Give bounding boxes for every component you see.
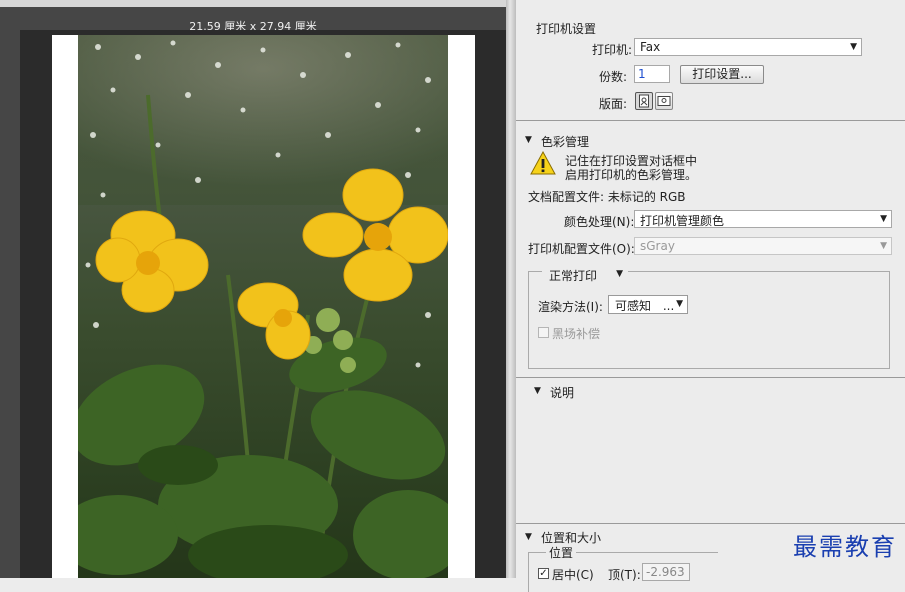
printer-value: Fax: [640, 40, 661, 54]
panel-divider[interactable]: [506, 0, 516, 578]
print-preview-area: 21.59 厘米 x 27.94 厘米: [0, 0, 506, 578]
layout-label: 版面:: [599, 97, 628, 111]
printer-setup-title: 打印机设置: [536, 22, 597, 36]
chevron-down-icon: ▼: [880, 214, 887, 224]
print-settings-panel: 打印机设置 打印机: Fax ▼ 份数: 1 打印设置... 版面: ▼ 色彩管…: [516, 0, 905, 592]
center-label: 居中(C): [552, 568, 594, 582]
printer-profile-label: 打印机配置文件(O):: [528, 242, 635, 256]
position-group-title: 位置: [546, 544, 577, 561]
description-section: ▼ 说明: [516, 377, 905, 524]
print-mode-group: [528, 271, 890, 369]
print-mode-select[interactable]: 正常打印 ▼: [542, 265, 628, 284]
collapse-triangle-icon[interactable]: ▼: [525, 532, 532, 542]
preview-image[interactable]: [78, 35, 448, 578]
landscape-layout-button[interactable]: [655, 92, 673, 110]
printer-profile-select[interactable]: sGray ▼: [634, 237, 892, 255]
color-handling-select[interactable]: 打印机管理颜色 ▼: [634, 210, 892, 228]
chevron-down-icon: ▼: [880, 241, 887, 251]
warning-icon: [530, 151, 556, 175]
rendering-intent-ellipsis: ...: [662, 299, 675, 313]
printer-profile-value: sGray: [640, 239, 675, 253]
printer-select[interactable]: Fax ▼: [634, 38, 862, 56]
top-label: 顶(T):: [608, 568, 641, 582]
rendering-intent-label: 渲染方法(I):: [538, 300, 603, 314]
collapse-triangle-icon[interactable]: ▼: [534, 386, 541, 396]
color-handling-value: 打印机管理颜色: [640, 214, 725, 228]
printer-setup-section: 打印机设置 打印机: Fax ▼ 份数: 1 打印设置... 版面:: [516, 0, 905, 120]
color-management-section: ▼ 色彩管理 记住在打印设置对话框中 启用打印机的色彩管理。 文档配置文件: 未…: [516, 120, 905, 378]
collapse-triangle-icon[interactable]: ▼: [525, 135, 532, 145]
landscape-icon: [657, 96, 671, 106]
rendering-intent-value: 可感知: [615, 299, 652, 313]
chevron-down-icon: ▼: [676, 299, 683, 309]
copies-label: 份数:: [599, 70, 628, 84]
document-profile: 文档配置文件: 未标记的 RGB: [528, 190, 686, 204]
description-title[interactable]: 说明: [550, 384, 574, 401]
print-mode-value: 正常打印: [549, 269, 598, 283]
watermark-text: 最需教育: [793, 533, 897, 561]
black-point-checkbox[interactable]: [538, 327, 549, 338]
rendering-intent-select[interactable]: 可感知 ... ▼: [608, 295, 688, 314]
chevron-down-icon: ▼: [850, 42, 857, 52]
printer-label: 打印机:: [592, 43, 633, 57]
color-management-title[interactable]: 色彩管理: [541, 133, 589, 150]
portrait-layout-button[interactable]: [635, 92, 653, 110]
copies-input[interactable]: 1: [634, 65, 670, 83]
portrait-icon: [639, 94, 649, 108]
flower-photo: [78, 35, 448, 578]
preview-top-bar: [0, 0, 506, 7]
center-checkbox[interactable]: ✓: [538, 568, 549, 579]
color-handling-label: 颜色处理(N):: [564, 215, 635, 229]
print-settings-button[interactable]: 打印设置...: [680, 65, 764, 84]
chevron-down-icon: ▼: [616, 269, 623, 279]
top-input[interactable]: -2.963: [642, 563, 690, 581]
black-point-label: 黑场补偿: [552, 327, 601, 341]
warning-text-line2: 启用打印机的色彩管理。: [565, 168, 698, 182]
